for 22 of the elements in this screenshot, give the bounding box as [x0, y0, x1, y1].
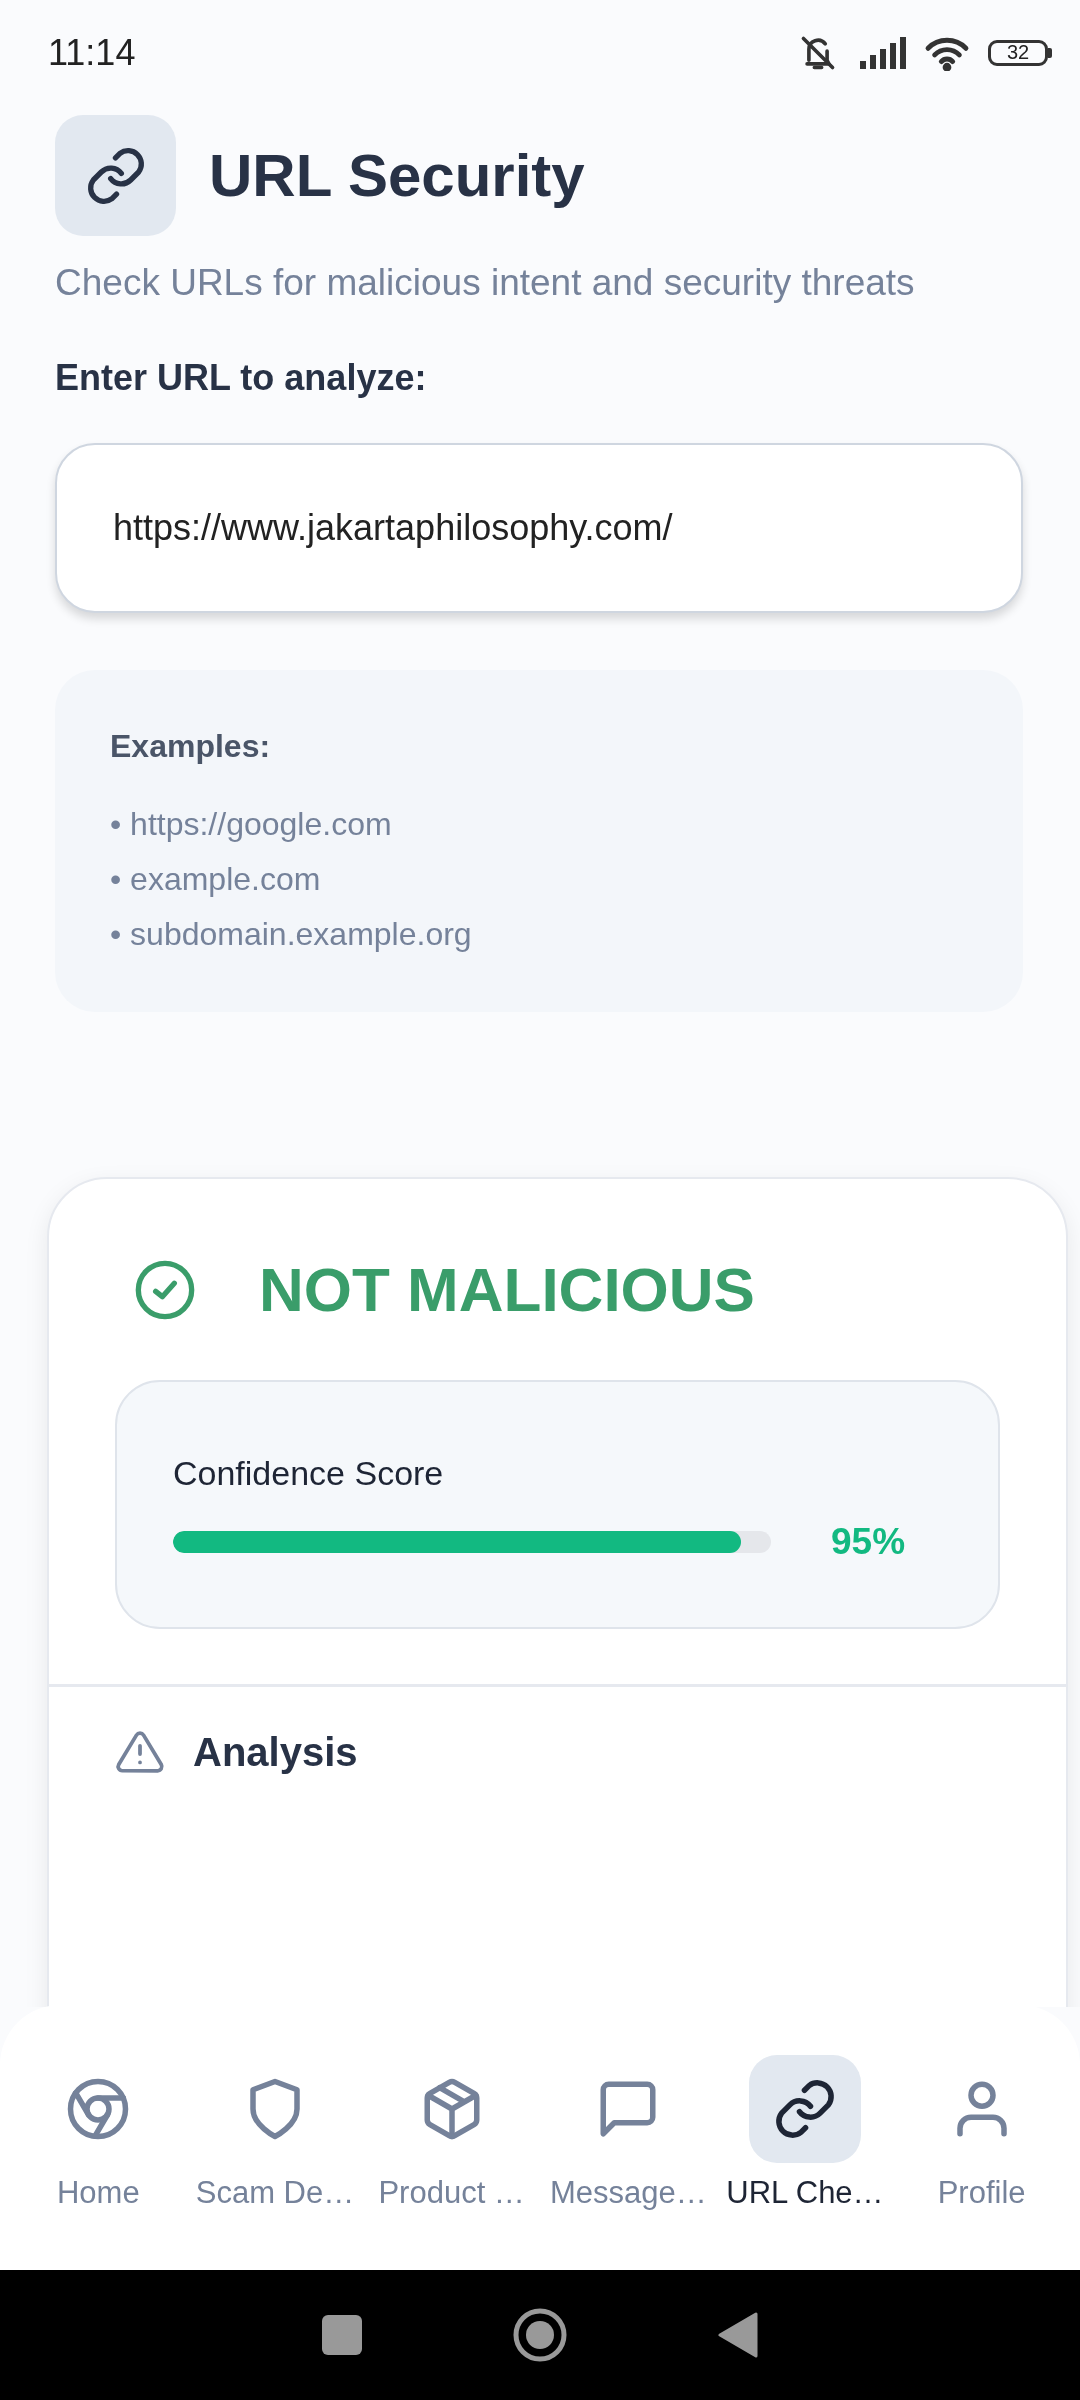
confidence-value: 95% [831, 1521, 906, 1563]
page-subtitle: Check URLs for malicious intent and security threats [55, 261, 916, 305]
nav-tab[interactable]: Product … [366, 2055, 537, 2270]
back-button[interactable] [718, 2312, 758, 2358]
nav-tab[interactable]: Scam De… [190, 2055, 360, 2270]
field-label: Enter URL to analyze: [55, 357, 428, 399]
page-title: URL Security [209, 141, 585, 210]
home-button[interactable] [512, 2307, 568, 2363]
url-input-field[interactable]: https://www.jakartaphilosophy.com/ [55, 443, 1023, 613]
example-item: • subdomain.example.org [110, 915, 473, 954]
nav-tab[interactable]: Profile [896, 2055, 1067, 2270]
analysis-heading: Analysis [193, 1729, 358, 1775]
examples-heading: Examples: [110, 728, 272, 765]
clock: 11:14 [48, 31, 136, 74]
nav-tab[interactable]: Message… [543, 2055, 714, 2270]
example-item: • example.com [110, 860, 322, 899]
signal-icon [858, 36, 906, 69]
nav-tab[interactable]: URL Che… [719, 2055, 890, 2270]
example-item: • https://google.com [110, 805, 393, 844]
verdict-label: NOT MALICIOUS [259, 1254, 755, 1325]
nav-tab[interactable]: Home [13, 2055, 184, 2270]
confidence-label: Confidence Score [173, 1454, 445, 1493]
